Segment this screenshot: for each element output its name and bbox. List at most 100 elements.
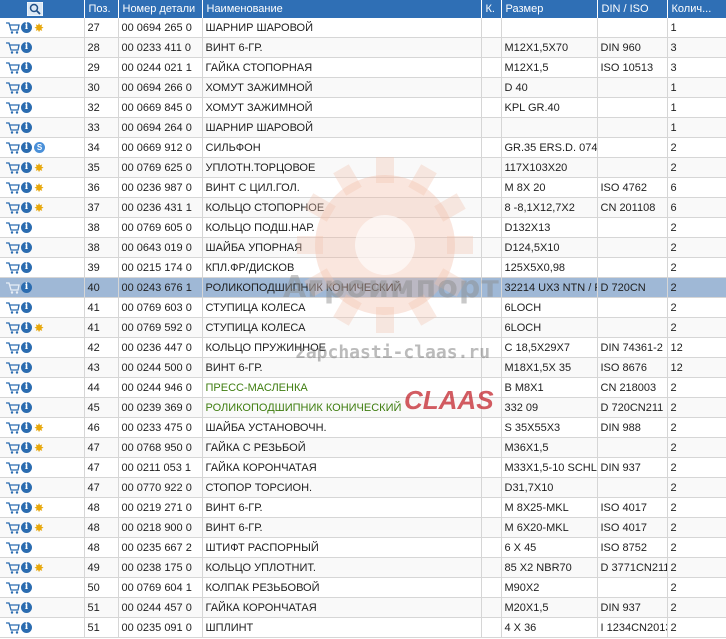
table-row[interactable]: i ✸ 37 00 0236 431 1 КОЛЬЦО СТОПОРНОЕ 8 -8,1X…	[0, 197, 726, 218]
table-row[interactable]: i 51 00 0244 457 0 ГАЙКА КОРОНЧАТАЯ M20X1,5 D…	[0, 597, 726, 618]
info-icon[interactable]: i	[21, 542, 32, 554]
table-row[interactable]: i 48 00 0235 667 2 ШТИФТ РАСПОРНЫЙ 6 X 45 ISO…	[0, 537, 726, 558]
info-icon[interactable]: i	[21, 422, 32, 434]
table-row[interactable]: i 44 00 0244 946 0 ПРЕСС-МАСЛЕНКА B M8X1 CN 2…	[0, 377, 726, 398]
col-header-pos[interactable]: Поз.	[84, 0, 119, 18]
info-icon[interactable]: i	[21, 22, 32, 34]
cart-icon[interactable]	[6, 541, 20, 554]
cart-icon[interactable]	[6, 201, 20, 214]
table-row[interactable]: i 29 00 0244 021 1 ГАЙКА СТОПОРНАЯ M12X1,5 IS…	[0, 57, 726, 78]
table-row[interactable]: i ✸ 47 00 0768 950 0 ГАЙКА С РЕЗЬБОЙ M36X1,5 2	[0, 437, 726, 458]
info-icon[interactable]: i	[21, 222, 32, 234]
col-header-part-number[interactable]: Номер детали	[118, 0, 203, 18]
col-header-size[interactable]: Размер	[501, 0, 598, 18]
cart-icon[interactable]	[6, 161, 20, 174]
info-icon[interactable]: i	[21, 342, 32, 354]
table-row[interactable]: i ✸ 36 00 0236 987 0 ВИНТ С ЦИЛ.ГОЛ. M 8X 20 I…	[0, 177, 726, 198]
info-icon[interactable]: i	[21, 502, 32, 514]
col-header-name[interactable]: Наименование	[202, 0, 482, 18]
cart-icon[interactable]	[6, 261, 20, 274]
table-row[interactable]: i ✸ 46 00 0233 475 0 ШАЙБА УСТАНОВОЧН. S 35X5…	[0, 417, 726, 438]
table-row[interactable]: i 42 00 0236 447 0 КОЛЬЦО ПРУЖИННОЕ C 18,5X2…	[0, 337, 726, 358]
cart-icon[interactable]	[6, 241, 20, 254]
info-icon[interactable]: i	[21, 622, 32, 634]
info-icon[interactable]: i	[21, 382, 32, 394]
col-header-din-iso[interactable]: DIN / ISO	[597, 0, 668, 18]
info-icon[interactable]: i	[21, 322, 32, 334]
info-icon[interactable]: i	[21, 102, 32, 114]
info-icon[interactable]: i	[21, 122, 32, 134]
table-row[interactable]: i 50 00 0769 604 1 КОЛПАК РЕЗЬБОВОЙ M90X2 2	[0, 577, 726, 598]
cart-icon[interactable]	[6, 401, 20, 414]
col-header-qty[interactable]: Колич...	[667, 0, 726, 18]
info-icon[interactable]: i	[21, 562, 32, 574]
table-row[interactable]: i 38 00 0643 019 0 ШАЙБА УПОРНАЯ D124,5X10 2	[0, 237, 726, 258]
cart-icon[interactable]	[6, 41, 20, 54]
cart-icon[interactable]	[6, 381, 20, 394]
cart-icon[interactable]	[6, 121, 20, 134]
cart-icon[interactable]	[6, 461, 20, 474]
table-row[interactable]: i ✸ 27 00 0694 265 0 ШАРНИР ШАРОВОЙ 1	[0, 18, 726, 38]
info-icon[interactable]: i	[21, 462, 32, 474]
cart-icon[interactable]	[6, 281, 20, 294]
table-row[interactable]: i 40 00 0243 676 1 РОЛИКОПОДШИПНИК КОНИЧЕСК…	[0, 277, 726, 298]
cart-icon[interactable]	[6, 301, 20, 314]
col-header-k[interactable]: К.	[481, 0, 502, 18]
cart-icon[interactable]	[6, 521, 20, 534]
table-row[interactable]: i 38 00 0769 605 0 КОЛЬЦО ПОДШ.НАР. D132X13 2	[0, 217, 726, 238]
table-row[interactable]: i ✸ 48 00 0219 271 0 ВИНТ 6-ГР. M 8X25-MKL ISO…	[0, 497, 726, 518]
table-row[interactable]: i 28 00 0233 411 0 ВИНТ 6-ГР. M12X1,5X70 DIN …	[0, 37, 726, 58]
info-icon[interactable]: i	[21, 402, 32, 414]
info-icon[interactable]: i	[21, 522, 32, 534]
search-icon[interactable]	[26, 1, 44, 17]
s-badge-icon[interactable]: S	[34, 142, 45, 154]
cart-icon[interactable]	[6, 561, 20, 574]
cart-icon[interactable]	[6, 101, 20, 114]
table-row[interactable]: i 51 00 0235 091 0 ШПЛИНТ 4 X 36 I 1234CN2013…	[0, 617, 726, 638]
table-row[interactable]: i ✸ 49 00 0238 175 0 КОЛЬЦО УПЛОТНИТ. 85 X2 N…	[0, 557, 726, 578]
info-icon[interactable]: i	[21, 42, 32, 54]
info-icon[interactable]: i	[21, 182, 32, 194]
info-icon[interactable]: i	[21, 442, 32, 454]
info-icon[interactable]: i	[21, 62, 32, 74]
cart-icon[interactable]	[6, 361, 20, 374]
table-row[interactable]: i S 34 00 0669 912 0 СИЛЬФОН GR.35 ERS.D. 074…	[0, 137, 726, 158]
cart-icon[interactable]	[6, 441, 20, 454]
table-row[interactable]: i 47 00 0770 922 0 СТОПОР ТОРСИОН. D31,7X10 2	[0, 477, 726, 498]
info-icon[interactable]: i	[21, 282, 32, 294]
table-row[interactable]: i ✸ 35 00 0769 625 0 УПЛОТН.ТОРЦОВОЕ 117X103X…	[0, 157, 726, 178]
table-row[interactable]: i 43 00 0244 500 0 ВИНТ 6-ГР. M18X1,5X 35 ISO…	[0, 357, 726, 378]
cart-icon[interactable]	[6, 601, 20, 614]
info-icon[interactable]: i	[21, 362, 32, 374]
info-icon[interactable]: i	[21, 262, 32, 274]
info-icon[interactable]: i	[21, 142, 32, 154]
table-row[interactable]: i 30 00 0694 266 0 ХОМУТ ЗАЖИМНОЙ D 40 1	[0, 77, 726, 98]
table-row[interactable]: i 41 00 0769 603 0 СТУПИЦА КОЛЕСА 6LOCH 2	[0, 297, 726, 318]
cart-icon[interactable]	[6, 481, 20, 494]
info-icon[interactable]: i	[21, 582, 32, 594]
table-row[interactable]: i 39 00 0215 174 0 КПЛ.ФР/ДИСКОВ 125X5X0,98 2	[0, 257, 726, 278]
cart-icon[interactable]	[6, 81, 20, 94]
table-row[interactable]: i 33 00 0694 264 0 ШАРНИР ШАРОВОЙ 1	[0, 117, 726, 138]
cart-icon[interactable]	[6, 221, 20, 234]
cart-icon[interactable]	[6, 341, 20, 354]
table-row[interactable]: i ✸ 48 00 0218 900 0 ВИНТ 6-ГР. M 6X20-MKL ISO…	[0, 517, 726, 538]
info-icon[interactable]: i	[21, 302, 32, 314]
cart-icon[interactable]	[6, 421, 20, 434]
cart-icon[interactable]	[6, 501, 20, 514]
cart-icon[interactable]	[6, 621, 20, 634]
cart-icon[interactable]	[6, 61, 20, 74]
cart-icon[interactable]	[6, 141, 20, 154]
cart-icon[interactable]	[6, 321, 20, 334]
table-row[interactable]: i 32 00 0669 845 0 ХОМУТ ЗАЖИМНОЙ KPL GR.40 1	[0, 97, 726, 118]
info-icon[interactable]: i	[21, 162, 32, 174]
table-row[interactable]: i 47 00 0211 053 1 ГАЙКА КОРОНЧАТАЯ M33X1,5-…	[0, 457, 726, 478]
cart-icon[interactable]	[6, 581, 20, 594]
table-row[interactable]: i 45 00 0239 369 0 РОЛИКОПОДШИПНИК КОНИЧЕСК…	[0, 397, 726, 418]
info-icon[interactable]: i	[21, 482, 32, 494]
info-icon[interactable]: i	[21, 82, 32, 94]
cart-icon[interactable]	[6, 21, 20, 34]
table-row[interactable]: i ✸ 41 00 0769 592 0 СТУПИЦА КОЛЕСА 6LOCH 2	[0, 317, 726, 338]
info-icon[interactable]: i	[21, 242, 32, 254]
info-icon[interactable]: i	[21, 202, 32, 214]
